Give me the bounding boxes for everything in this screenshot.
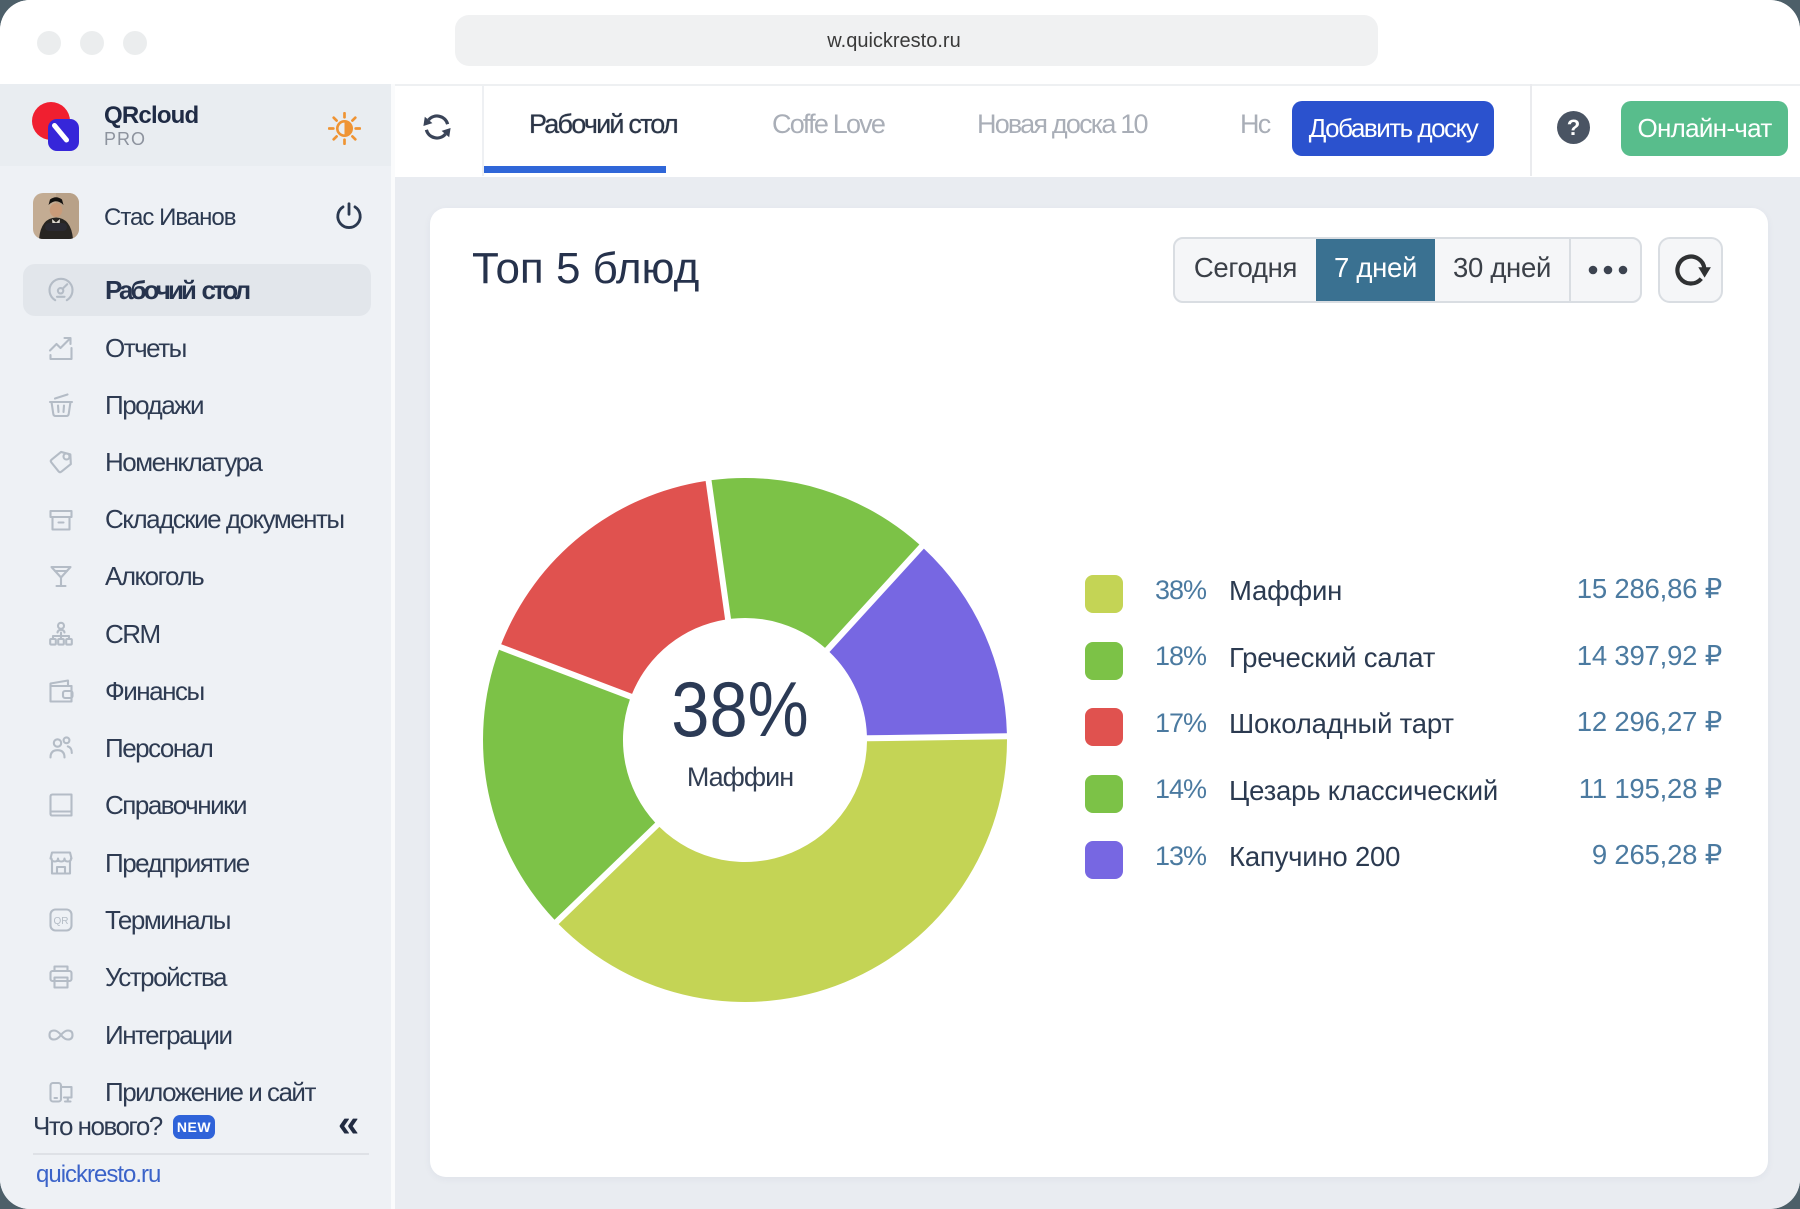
svg-text:QR: QR xyxy=(54,916,69,927)
